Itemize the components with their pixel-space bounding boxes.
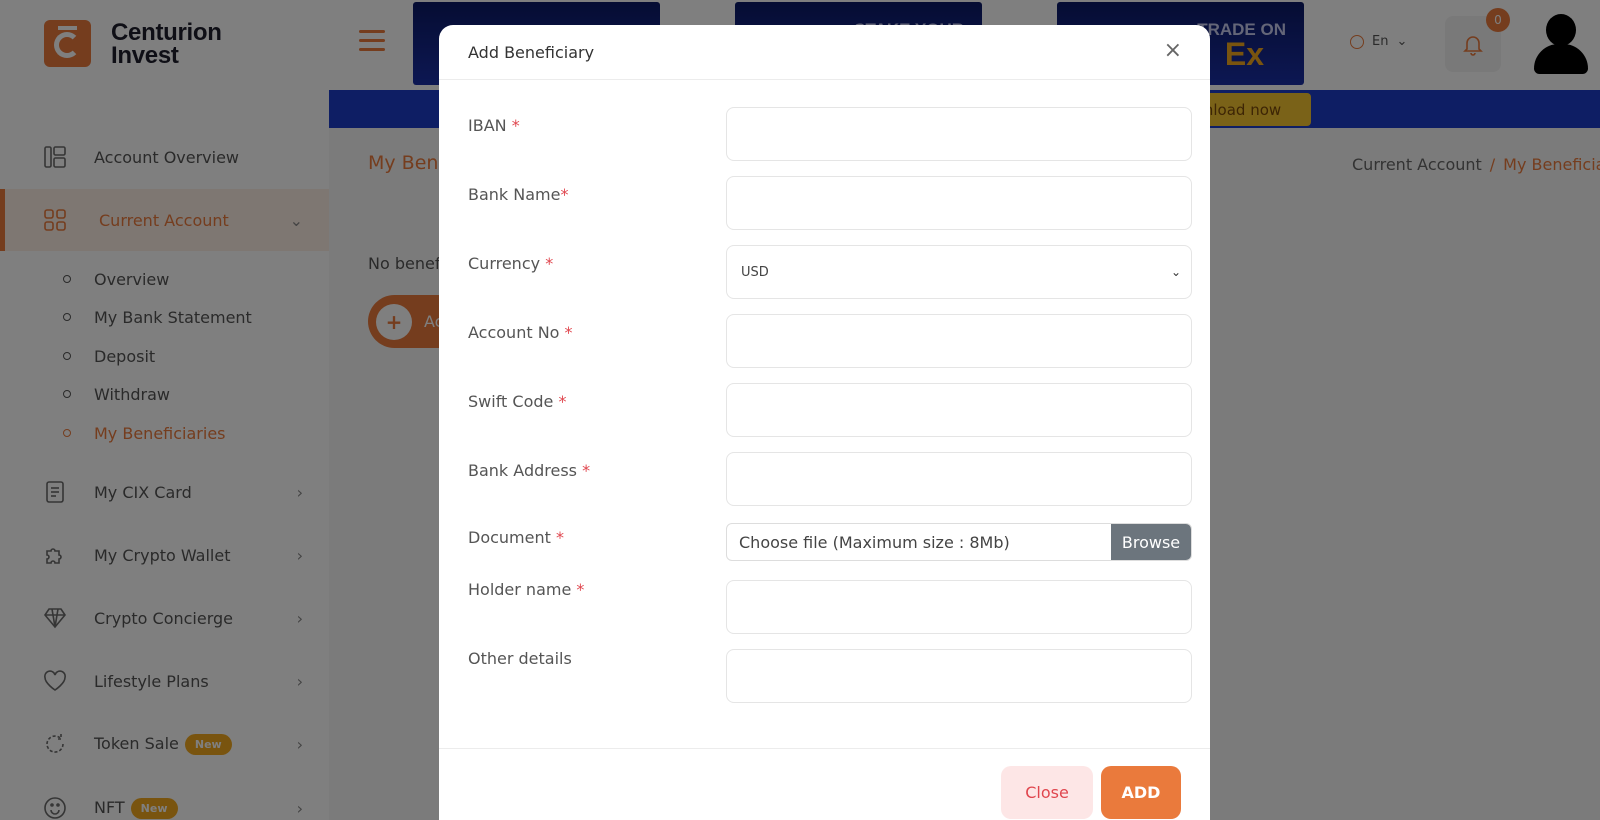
swift-code-input[interactable]	[726, 383, 1192, 437]
iban-label: IBAN *	[468, 116, 520, 135]
other-details-label: Other details	[468, 649, 572, 668]
iban-input[interactable]	[726, 107, 1192, 161]
bank-name-label: Bank Name*	[468, 185, 569, 204]
currency-value: USD	[741, 264, 769, 280]
bank-address-input[interactable]	[726, 452, 1192, 506]
modal-header: Add Beneficiary ×	[439, 25, 1210, 80]
currency-label: Currency *	[468, 254, 554, 273]
close-button[interactable]: Close	[1001, 766, 1093, 819]
document-label: Document *	[468, 528, 564, 547]
browse-button[interactable]: Browse	[1111, 524, 1191, 560]
modal-title: Add Beneficiary	[468, 43, 595, 62]
modal-footer: Close ADD	[439, 748, 1210, 820]
file-placeholder: Choose file (Maximum size : 8Mb)	[739, 532, 1010, 552]
close-icon[interactable]: ×	[1164, 39, 1182, 63]
account-no-input[interactable]	[726, 314, 1192, 368]
currency-select[interactable]: USD ⌄	[726, 245, 1192, 299]
swift-code-label: Swift Code *	[468, 392, 567, 411]
chevron-down-icon: ⌄	[1170, 265, 1181, 279]
add-button[interactable]: ADD	[1101, 766, 1181, 819]
holder-name-label: Holder name *	[468, 580, 585, 599]
bank-name-input[interactable]	[726, 176, 1192, 230]
holder-name-input[interactable]	[726, 580, 1192, 634]
add-beneficiary-modal: Add Beneficiary × IBAN * Bank Name* Curr…	[439, 25, 1210, 820]
document-file-input[interactable]: Choose file (Maximum size : 8Mb) Browse	[726, 523, 1192, 561]
account-no-label: Account No *	[468, 323, 573, 342]
other-details-input[interactable]	[726, 649, 1192, 703]
bank-address-label: Bank Address *	[468, 461, 591, 480]
